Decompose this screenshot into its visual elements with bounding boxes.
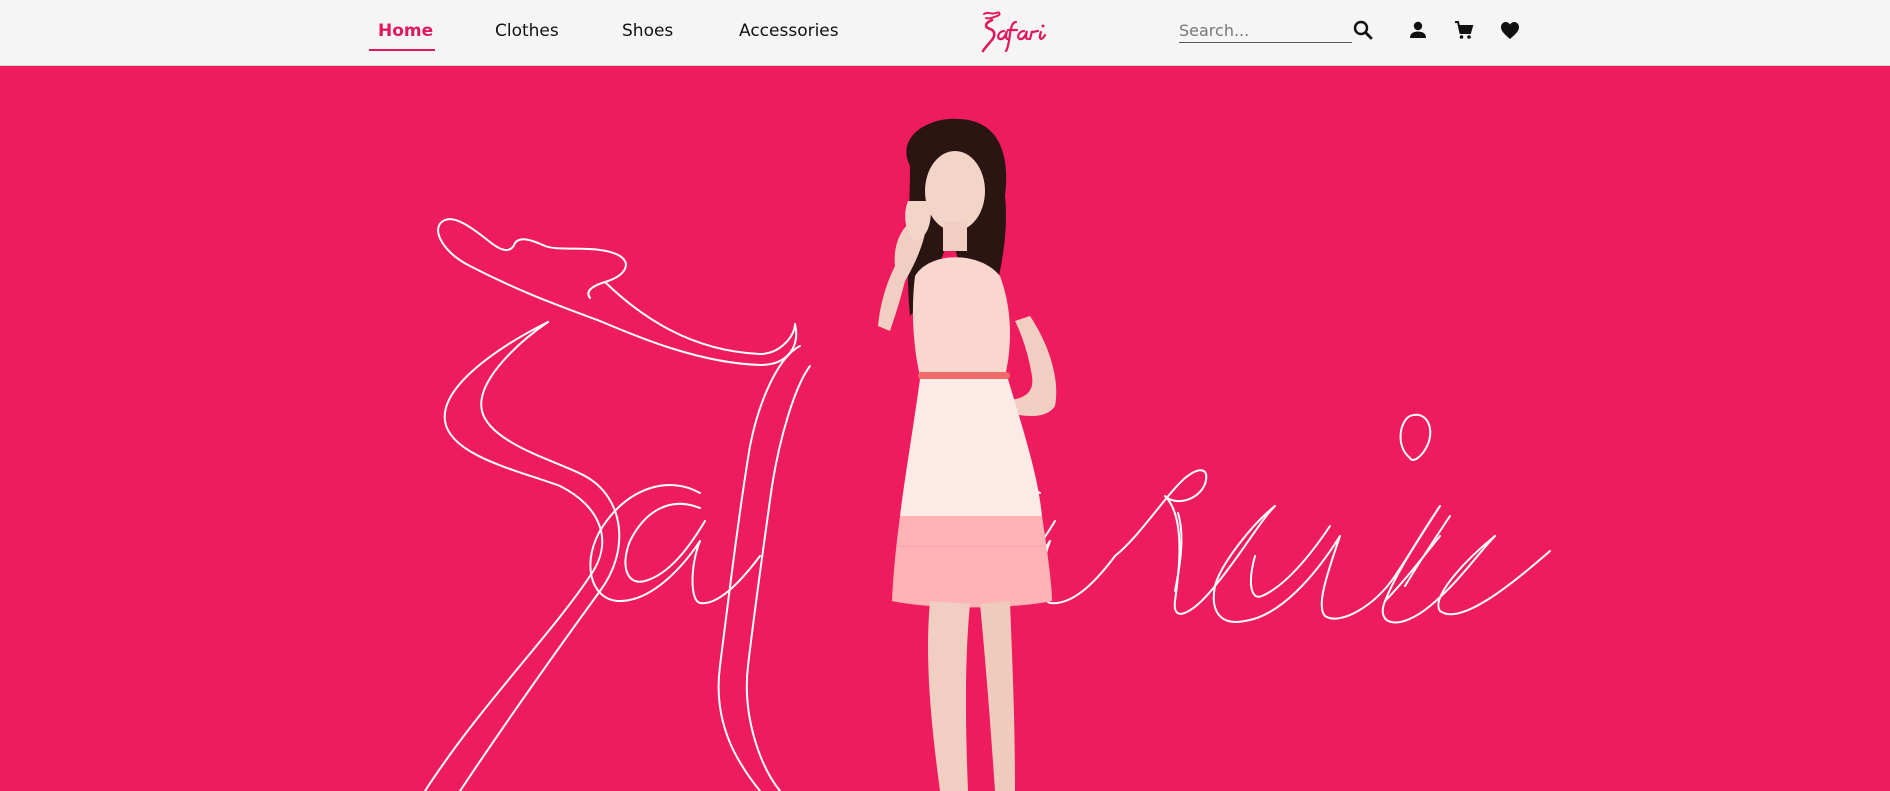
- nav-shoes-link[interactable]: Shoes: [622, 20, 673, 42]
- model-photo: [878, 118, 1057, 791]
- user-icon[interactable]: [1406, 18, 1430, 42]
- search-input[interactable]: [1179, 18, 1352, 43]
- search-icon[interactable]: [1351, 18, 1375, 42]
- nav-home-link[interactable]: Home: [378, 20, 433, 42]
- top-navigation-bar: Home Clothes Shoes Accessories: [0, 0, 1890, 66]
- heart-icon[interactable]: [1498, 18, 1522, 42]
- nav-clothes-link[interactable]: Clothes: [495, 20, 559, 42]
- hero-banner: [0, 66, 1890, 791]
- safari-logo[interactable]: [970, 6, 1050, 56]
- cart-icon[interactable]: [1452, 18, 1476, 42]
- active-nav-underline: [369, 49, 435, 51]
- nav-accessories-link[interactable]: Accessories: [739, 20, 839, 42]
